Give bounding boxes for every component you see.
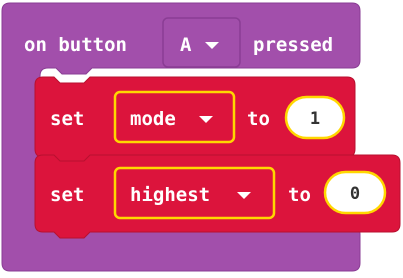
button-dropdown[interactable]: A [162, 17, 241, 68]
button-dropdown-value: A [180, 34, 192, 56]
value-input-1[interactable]: 1 [284, 95, 346, 140]
value-text: 0 [350, 184, 360, 204]
set-variable-block[interactable]: set mode to 1 [34, 76, 356, 164]
pressed-label: pressed [253, 34, 333, 56]
set-keyword: set [50, 108, 84, 130]
set-variable-block[interactable]: set highest to 0 [34, 154, 401, 239]
set-keyword: set [50, 184, 84, 206]
variable-dropdown-mode[interactable]: mode [113, 90, 236, 144]
value-text: 1 [310, 109, 320, 129]
to-label: to [247, 108, 270, 130]
value-input-0[interactable]: 0 [323, 170, 387, 215]
variable-name: mode [130, 108, 176, 130]
block-canvas: on button A pressed set mode to 1 set hi… [1, 2, 401, 272]
variable-dropdown-highest[interactable]: highest [113, 166, 276, 220]
variable-name: highest [130, 184, 210, 206]
to-label: to [288, 184, 311, 206]
on-button-label: on button [24, 34, 127, 56]
